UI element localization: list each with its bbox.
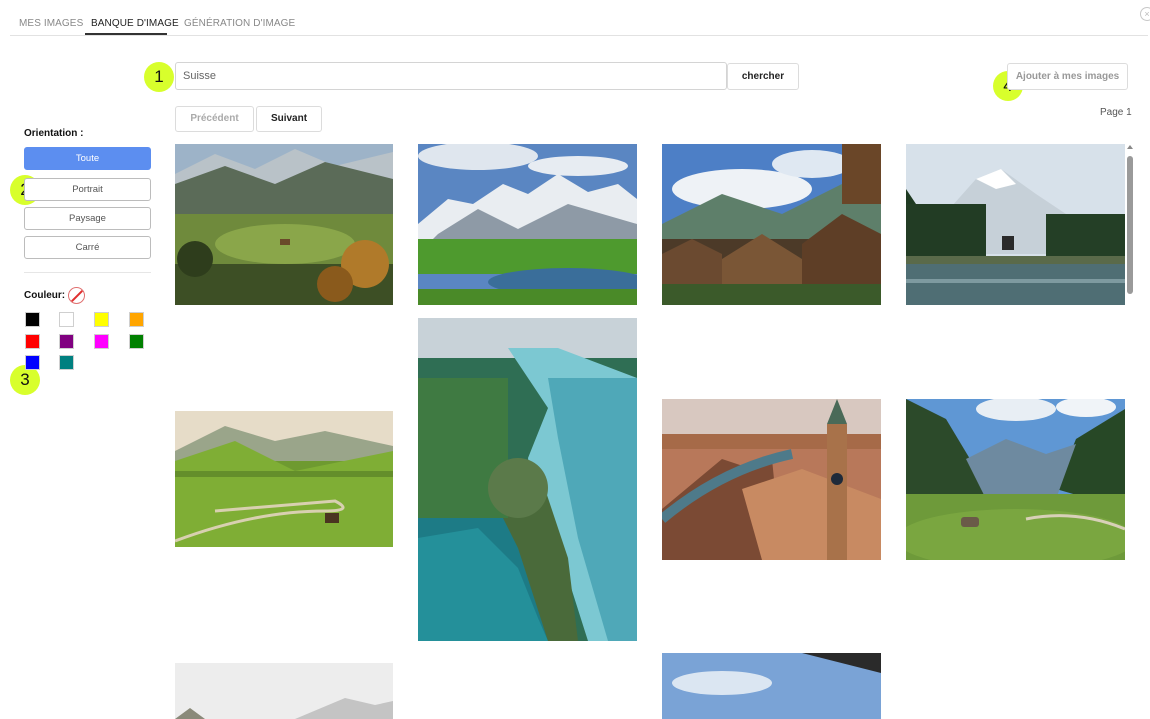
photo-mountain-forest-lake[interactable] — [906, 144, 1125, 305]
color-swatch-teal[interactable] — [59, 355, 74, 370]
orientation-portrait-button[interactable]: Portrait — [24, 178, 151, 201]
orientation-label: Orientation : — [24, 128, 84, 139]
search-input[interactable] — [175, 62, 727, 90]
photo-aerial-turquoise-lake[interactable] — [418, 318, 637, 641]
tab-mes-images[interactable]: MES IMAGES — [19, 18, 83, 29]
no-color-icon[interactable] — [68, 287, 85, 304]
scrollbar-thumb[interactable] — [1127, 156, 1133, 294]
photo-alpine-lake-snow-peaks[interactable] — [418, 144, 637, 305]
photo-valley-cow-pasture[interactable] — [906, 399, 1125, 560]
add-to-my-images-button[interactable]: Ajouter à mes images — [1007, 63, 1128, 90]
orientation-any-button[interactable]: Toute — [24, 147, 151, 170]
annotation-badge-1: 1 — [144, 62, 174, 92]
active-tab-indicator — [85, 33, 167, 35]
photo-snowy-mountain-partial[interactable] — [175, 663, 393, 719]
photo-mountain-village-chalets[interactable] — [662, 144, 881, 305]
color-swatch-blue[interactable] — [25, 355, 40, 370]
color-swatch-magenta[interactable] — [94, 334, 109, 349]
color-swatch-purple[interactable] — [59, 334, 74, 349]
photo-green-hills-road[interactable] — [175, 411, 393, 547]
photo-sky-partial[interactable] — [662, 653, 881, 719]
color-swatch-green[interactable] — [129, 334, 144, 349]
tab-banque-image[interactable]: BANQUE D'IMAGE — [91, 18, 179, 29]
color-swatch-white[interactable] — [59, 312, 74, 327]
search-button[interactable]: chercher — [727, 63, 799, 90]
next-page-button[interactable]: Suivant — [256, 106, 322, 132]
photo-alpine-valley-autumn[interactable] — [175, 144, 393, 305]
close-icon[interactable]: × — [1140, 7, 1150, 21]
color-swatch-red[interactable] — [25, 334, 40, 349]
orientation-square-button[interactable]: Carré — [24, 236, 151, 259]
color-swatch-black[interactable] — [25, 312, 40, 327]
color-label: Couleur: — [24, 290, 66, 301]
photo-zurich-church-tower[interactable] — [662, 399, 881, 560]
sidebar-divider — [24, 272, 151, 273]
color-swatch-orange[interactable] — [129, 312, 144, 327]
previous-page-button[interactable]: Précédent — [175, 106, 254, 132]
tab-generation-image[interactable]: GÉNÉRATION D'IMAGE — [184, 18, 295, 29]
color-swatch-yellow[interactable] — [94, 312, 109, 327]
orientation-landscape-button[interactable]: Paysage — [24, 207, 151, 230]
tab-bar: MES IMAGES BANQUE D'IMAGE GÉNÉRATION D'I… — [10, 0, 1148, 36]
page-indicator: Page 1 — [1100, 107, 1132, 118]
scroll-up-icon[interactable] — [1127, 145, 1133, 149]
